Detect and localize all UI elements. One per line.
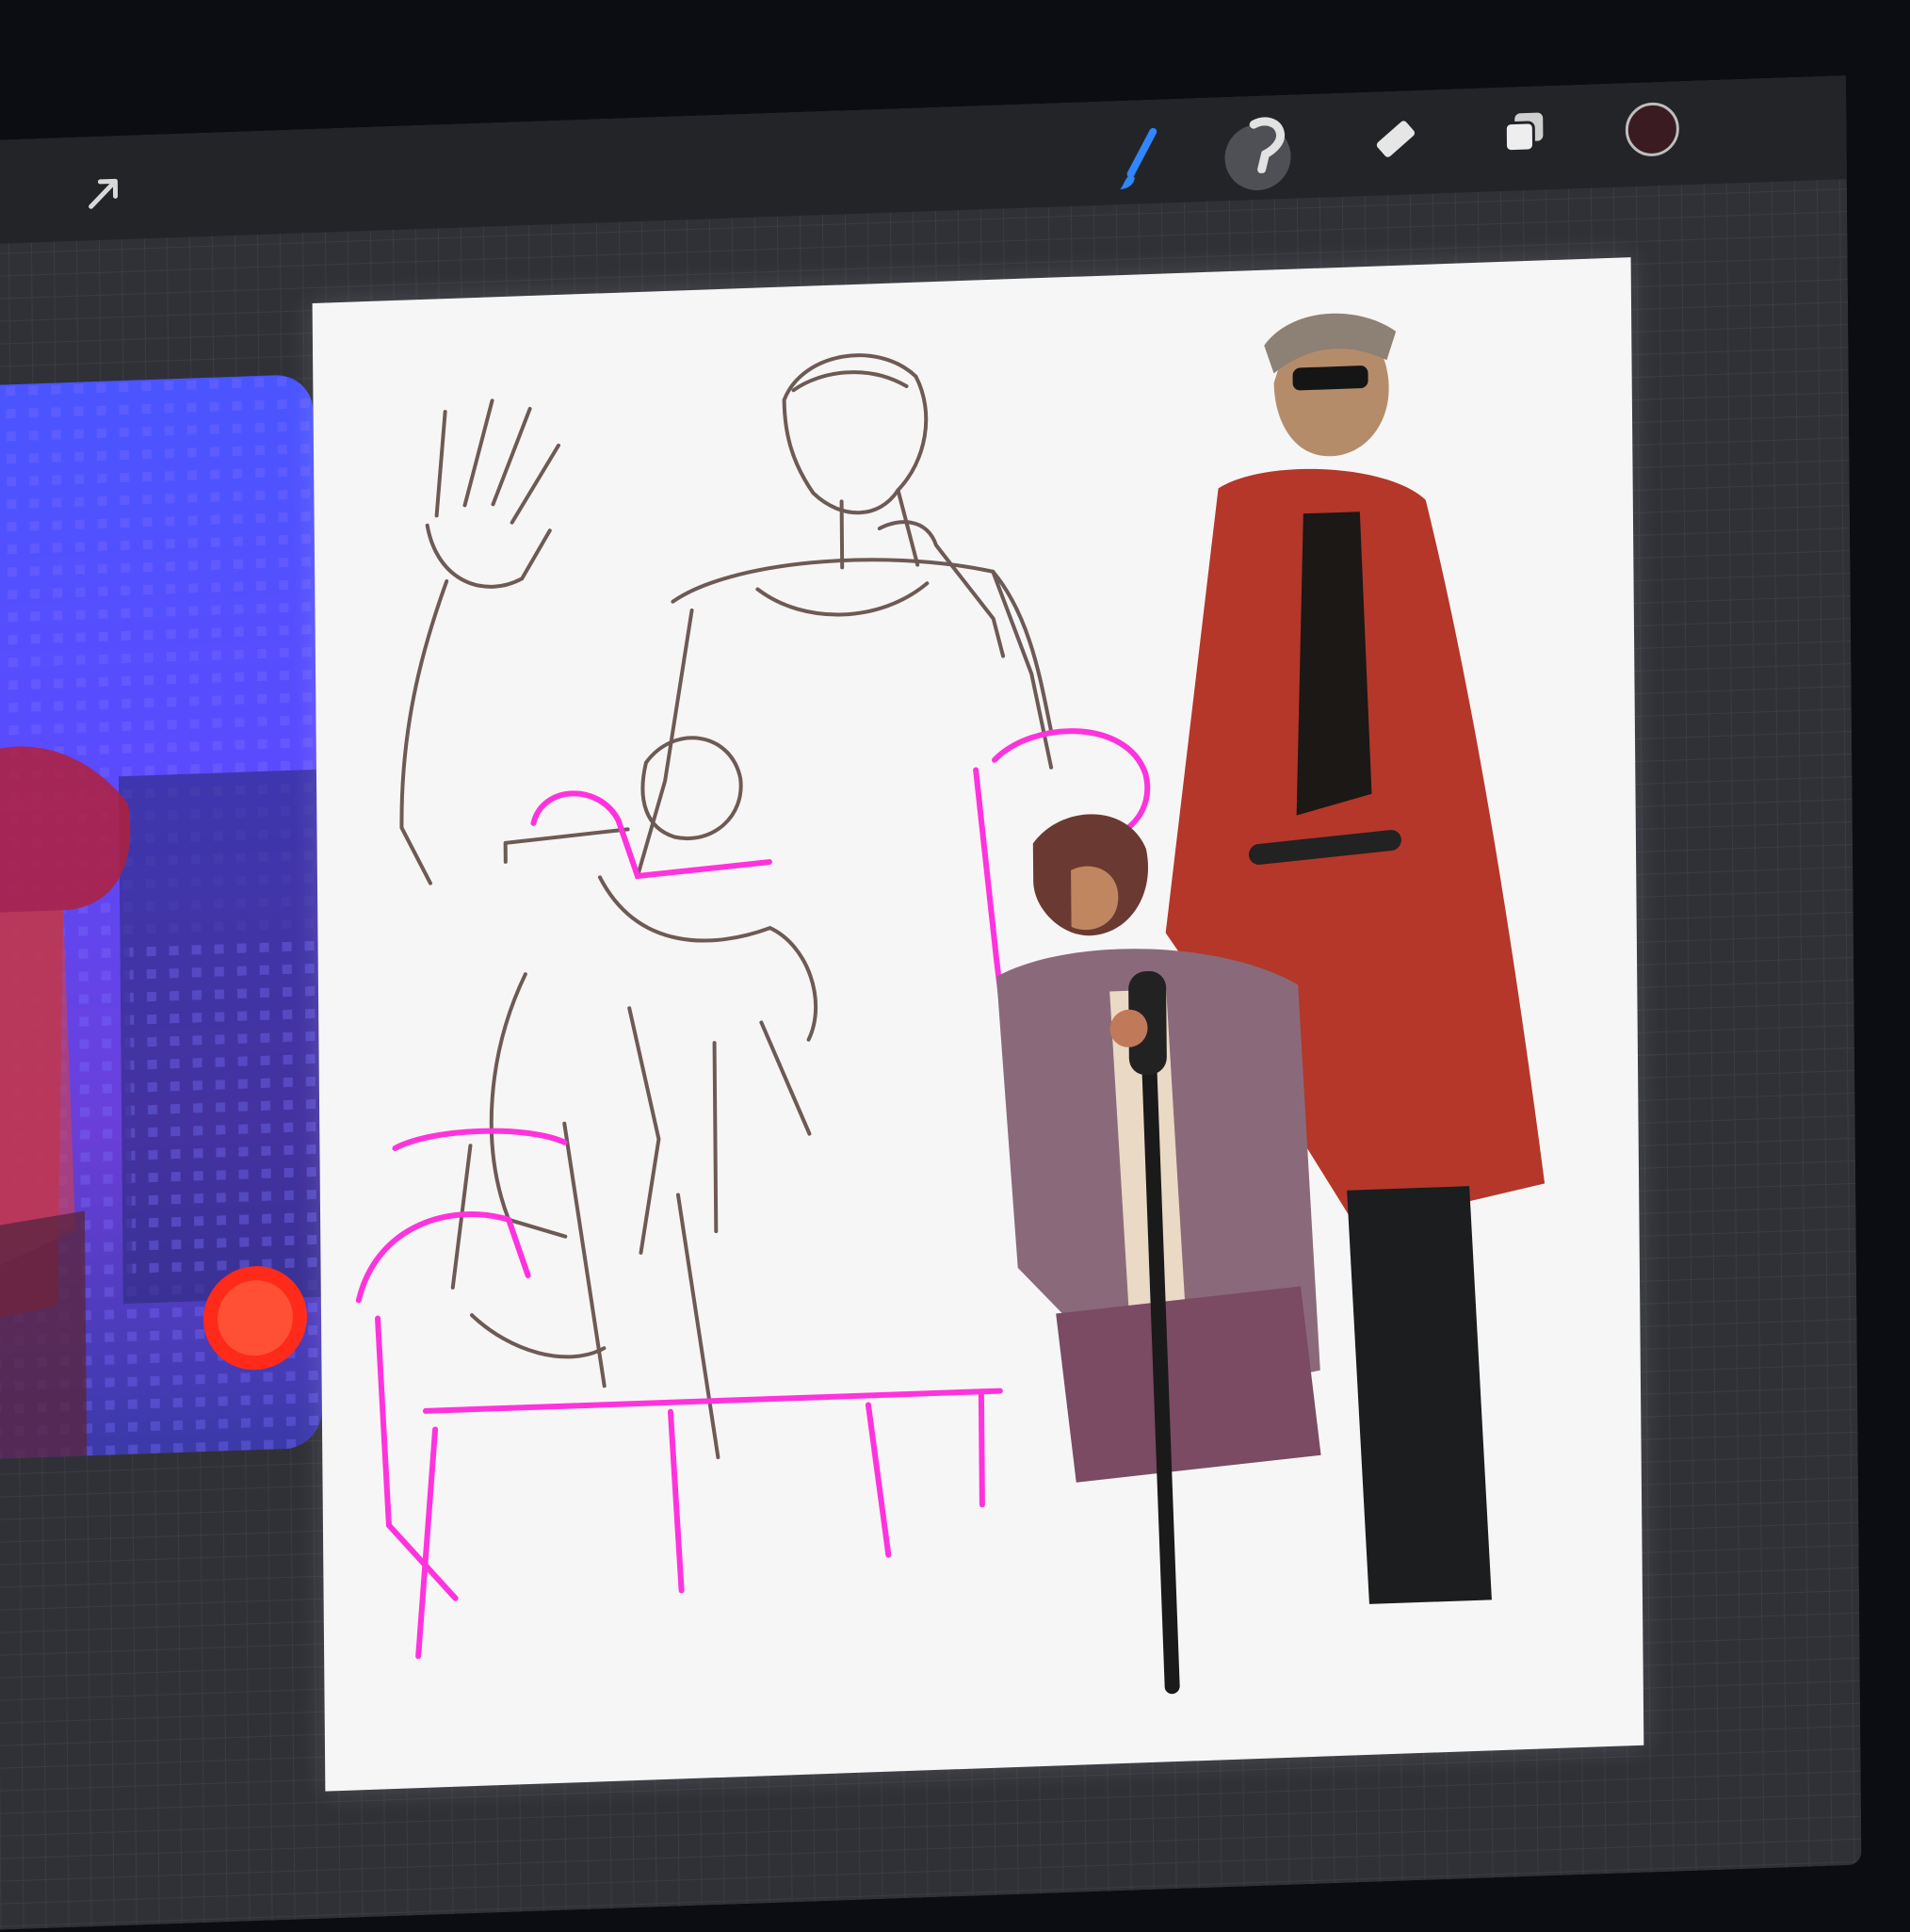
eraser-icon[interactable] [1366,111,1423,170]
brush-icon[interactable] [1111,125,1169,193]
sketch-lines [399,353,1054,1460]
painted-figures [996,313,1546,1695]
top-toolbar [0,75,1847,245]
concert-stage-photo [0,374,323,1461]
modify-arrow-icon[interactable] [75,164,133,222]
color-swatch-icon[interactable] [1622,98,1683,160]
artwork [355,313,1546,1695]
procreate-screen [0,75,1862,1931]
drawing-canvas[interactable] [312,257,1644,1792]
reference-window[interactable] [0,374,323,1461]
smudge-icon[interactable] [1236,116,1293,174]
layers-icon[interactable] [1496,105,1553,163]
